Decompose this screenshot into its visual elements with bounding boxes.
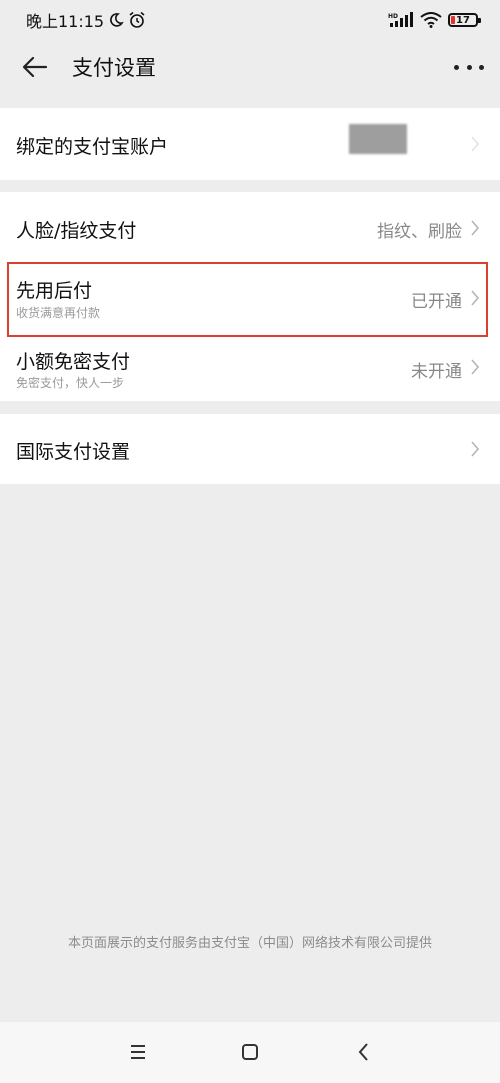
row-bound-alipay-account[interactable]: 绑定的支付宝账户	[0, 108, 500, 180]
nav-bar: 支付设置	[0, 40, 500, 94]
back-arrow-icon[interactable]	[20, 53, 50, 81]
row-value: 未开通	[411, 362, 462, 382]
status-time: 晚上11:15	[26, 12, 105, 31]
status-bar: 晚上11:15 HD 17	[0, 0, 500, 40]
network-label: HD	[388, 13, 398, 20]
status-left: 晚上11:15	[26, 8, 146, 32]
wifi-icon	[420, 12, 442, 28]
chevron-right-icon	[471, 220, 480, 236]
row-small-amount-passwordless-pay[interactable]: 小额免密支付 免密支付，快人一步 未开通	[0, 334, 500, 401]
menu-icon[interactable]	[126, 1040, 150, 1064]
row-title: 国际支付设置	[16, 441, 131, 463]
row-title: 小额免密支付	[16, 351, 131, 373]
chevron-right-icon	[471, 441, 480, 457]
signal-icon: HD	[388, 12, 413, 27]
battery-level: 17	[456, 14, 470, 26]
battery-icon: 17	[448, 13, 481, 27]
row-international-payment-settings[interactable]: 国际支付设置	[0, 414, 500, 484]
alarm-icon	[129, 11, 145, 28]
more-icon[interactable]	[454, 54, 484, 80]
home-square-icon[interactable]	[238, 1040, 262, 1064]
back-chevron-icon[interactable]	[352, 1040, 376, 1064]
page-title: 支付设置	[72, 56, 156, 80]
row-subtitle: 免密支付，快人一步	[16, 376, 125, 390]
row-value: 指纹、刷脸	[377, 222, 462, 242]
chevron-right-icon	[471, 359, 480, 375]
row-title: 人脸/指纹支付	[16, 220, 137, 242]
row-title: 绑定的支付宝账户	[16, 136, 169, 158]
status-right: HD 17	[388, 12, 481, 28]
moon-icon	[110, 13, 124, 27]
highlight-box	[7, 262, 488, 337]
obscured-account-value	[349, 124, 407, 154]
row-face-fingerprint-pay[interactable]: 人脸/指纹支付 指纹、刷脸	[0, 192, 500, 262]
footer-disclaimer: 本页面展示的支付服务由支付宝（中国）网络技术有限公司提供	[67, 936, 432, 951]
chevron-right-icon	[471, 136, 480, 152]
system-nav-bar	[0, 1022, 500, 1083]
